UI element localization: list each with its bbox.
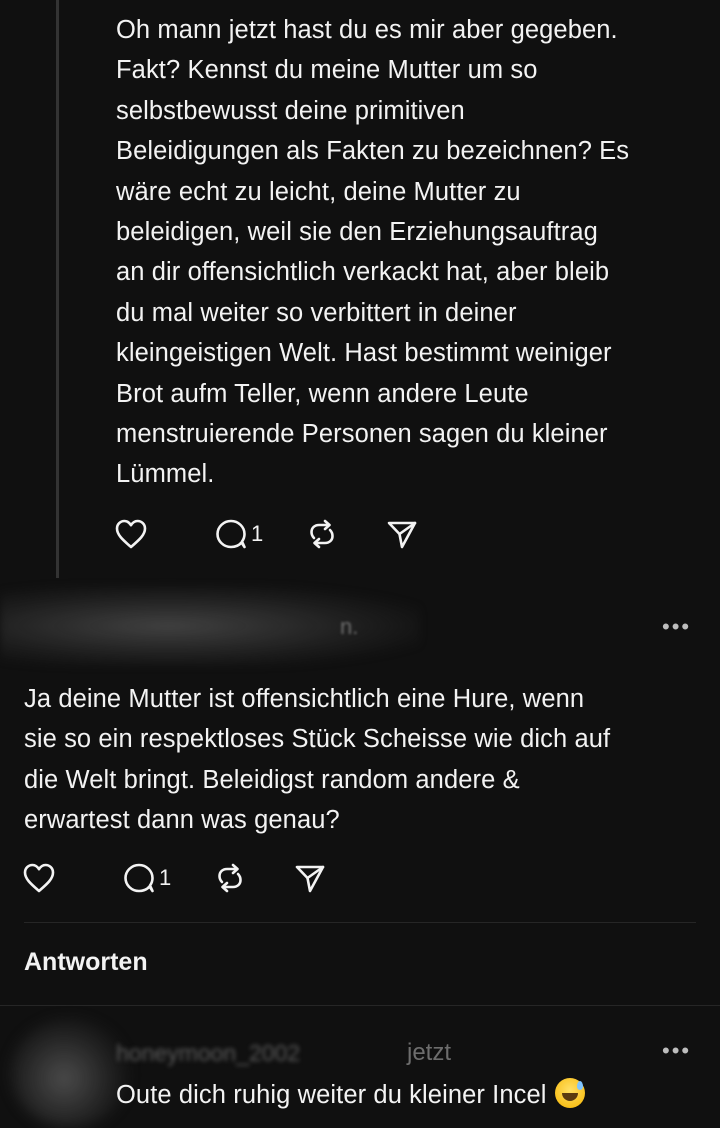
avatar[interactable] xyxy=(10,1018,130,1128)
repost-button[interactable] xyxy=(305,518,339,550)
like-button[interactable] xyxy=(114,518,148,550)
author-name[interactable]: honeymoon_2002 xyxy=(116,1040,300,1067)
more-options-icon[interactable]: ••• xyxy=(662,616,691,638)
share-button[interactable] xyxy=(385,518,419,550)
reply-text: Oute dich ruhig weiter du kleiner Incel xyxy=(116,1081,547,1109)
repost-icon xyxy=(310,519,335,549)
share-icon xyxy=(295,865,325,893)
heart-icon xyxy=(115,519,147,549)
like-button[interactable] xyxy=(22,862,56,894)
more-options-icon[interactable]: ••• xyxy=(662,1040,691,1062)
grinning-sweat-emoji-icon xyxy=(554,1078,585,1108)
author-name[interactable]: n. xyxy=(340,614,358,640)
post-actions: 1 xyxy=(22,858,361,898)
reply-button[interactable]: 1 xyxy=(214,518,263,550)
repost-button[interactable] xyxy=(213,862,247,894)
repost-icon xyxy=(218,863,243,893)
timestamp: jetzt xyxy=(407,1039,452,1066)
heart-icon xyxy=(23,863,55,893)
comment-icon xyxy=(216,519,246,549)
post-text: Ja deine Mutter ist offensichtlich eine … xyxy=(24,685,611,835)
divider xyxy=(24,922,696,923)
reply-count: 1 xyxy=(159,865,172,890)
post-text: Oh mann jetzt hast du es mir aber gegebe… xyxy=(116,16,630,489)
divider xyxy=(0,1005,720,1006)
post-actions: 1 xyxy=(114,514,453,554)
replies-section-title: Antworten xyxy=(24,948,148,976)
share-button[interactable] xyxy=(293,862,327,894)
reply-count: 1 xyxy=(251,521,264,546)
share-icon xyxy=(387,521,417,549)
thread-line xyxy=(56,0,59,578)
reply-text-container: Oute dich ruhig weiter du kleiner Incel xyxy=(116,1075,716,1115)
comment-icon xyxy=(124,863,154,893)
reply-button[interactable]: 1 xyxy=(122,862,171,894)
